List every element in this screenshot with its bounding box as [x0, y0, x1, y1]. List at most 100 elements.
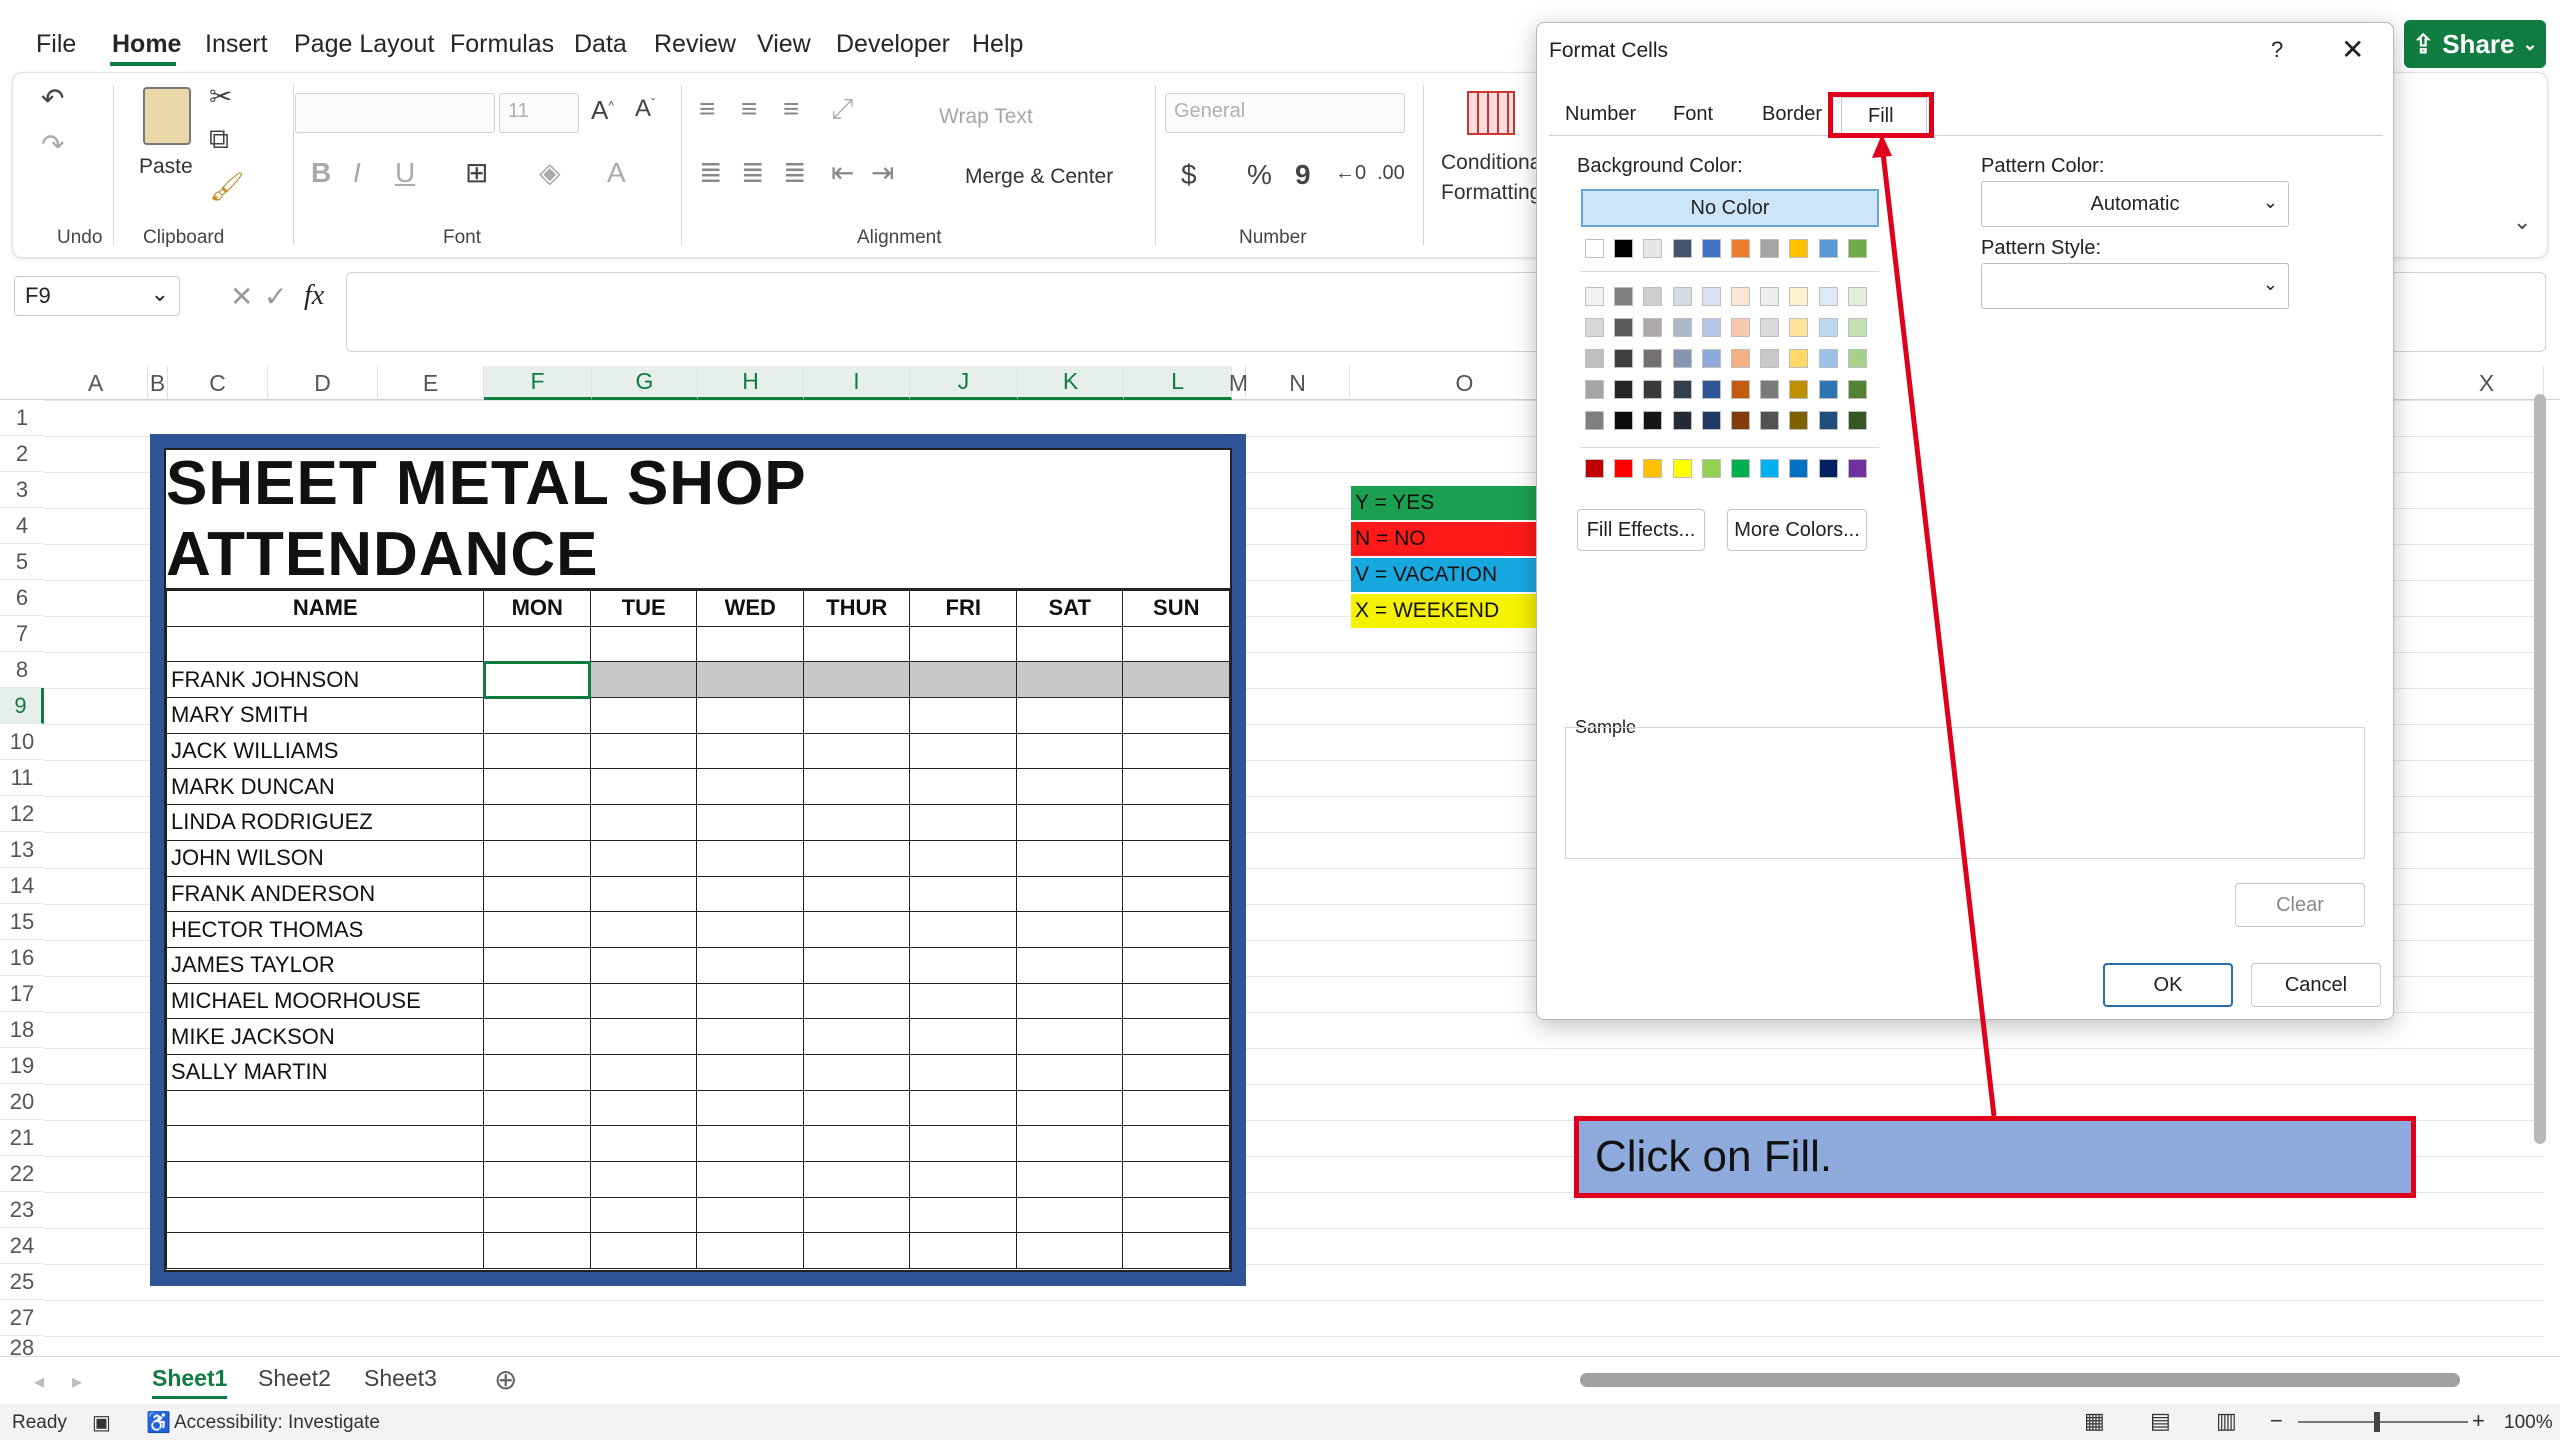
pattern-color-select[interactable]: Automatic ⌄ — [1981, 181, 2289, 227]
color-swatch[interactable] — [1760, 287, 1780, 306]
color-swatch[interactable] — [1672, 318, 1692, 337]
row-header[interactable]: 16 — [0, 940, 44, 976]
cell[interactable] — [909, 946, 1017, 984]
cell[interactable] — [589, 911, 698, 948]
name-cell[interactable]: JAMES TAYLOR — [165, 946, 485, 984]
selected-cell[interactable] — [802, 661, 911, 699]
color-swatch[interactable] — [1847, 411, 1867, 430]
row-header[interactable]: 3 — [0, 472, 44, 508]
row-header[interactable]: 13 — [0, 832, 44, 868]
name-cell[interactable]: JACK WILLIAMS — [165, 732, 485, 770]
cell[interactable] — [1122, 1196, 1230, 1234]
font-color-icon[interactable]: A — [607, 159, 626, 187]
name-cell[interactable]: MICHAEL MOORHOUSE — [165, 982, 485, 1020]
zoom-level[interactable]: 100% — [2504, 1412, 2553, 1434]
cell[interactable] — [909, 1196, 1017, 1234]
color-swatch[interactable] — [1672, 380, 1692, 399]
cell[interactable] — [483, 625, 591, 663]
cell[interactable] — [1015, 697, 1124, 734]
name-cell[interactable]: FRANK ANDERSON — [165, 875, 485, 913]
selected-cell[interactable] — [696, 661, 804, 699]
cell[interactable] — [696, 804, 804, 841]
cell[interactable] — [1015, 1018, 1124, 1055]
cell[interactable] — [696, 875, 804, 913]
row-header[interactable]: 27 — [0, 1300, 44, 1336]
color-swatch[interactable] — [1701, 459, 1721, 478]
cell[interactable] — [1122, 946, 1230, 984]
cell[interactable] — [589, 839, 698, 877]
color-swatch[interactable] — [1789, 349, 1809, 368]
name-cell[interactable]: FRANK JOHNSON — [165, 661, 485, 699]
cell[interactable] — [483, 697, 591, 734]
cell[interactable] — [1015, 1196, 1124, 1234]
row-header[interactable]: 7 — [0, 616, 44, 652]
color-swatch[interactable] — [1760, 349, 1780, 368]
menu-view[interactable]: View — [757, 30, 811, 59]
row-header[interactable]: 19 — [0, 1048, 44, 1084]
cell[interactable] — [589, 697, 698, 734]
cell[interactable] — [483, 982, 591, 1020]
color-swatch[interactable] — [1701, 239, 1721, 258]
color-swatch[interactable] — [1818, 349, 1838, 368]
sheet-tab-sheet3[interactable]: Sheet3 — [364, 1365, 437, 1392]
name-cell[interactable]: LINDA RODRIGUEZ — [165, 804, 485, 841]
color-swatch[interactable] — [1643, 380, 1663, 399]
col-header-I[interactable]: I — [804, 366, 910, 400]
close-icon[interactable]: ✕ — [2341, 33, 2364, 66]
cut-icon[interactable]: ✂ — [209, 83, 232, 111]
borders-icon[interactable]: ⊞ — [465, 159, 488, 187]
cell[interactable] — [589, 1161, 698, 1198]
col-header-N[interactable]: N — [1246, 366, 1350, 400]
color-swatch[interactable] — [1643, 318, 1663, 337]
cell[interactable] — [589, 1089, 698, 1127]
increase-indent-icon[interactable]: ⇥ — [871, 159, 894, 187]
decrease-font-icon[interactable]: Aˇ — [635, 97, 655, 121]
cell[interactable] — [696, 1053, 804, 1091]
name-box[interactable]: F9 ⌄ — [14, 276, 180, 316]
cell[interactable] — [802, 1125, 911, 1162]
row-header[interactable]: 20 — [0, 1084, 44, 1120]
cell[interactable] — [696, 982, 804, 1020]
no-color-button[interactable]: No Color — [1581, 189, 1879, 227]
insert-function-button[interactable]: fx — [304, 280, 324, 312]
color-swatch[interactable] — [1614, 349, 1634, 368]
cell[interactable] — [802, 732, 911, 770]
font-size-select[interactable]: 11 — [499, 93, 579, 133]
cell[interactable] — [909, 1053, 1017, 1091]
color-swatch[interactable] — [1585, 239, 1604, 258]
undo-icon[interactable]: ↶ — [41, 85, 64, 113]
cell[interactable] — [1122, 982, 1230, 1020]
color-swatch[interactable] — [1585, 287, 1604, 306]
color-swatch[interactable] — [1643, 411, 1663, 430]
col-header-H[interactable]: H — [698, 366, 804, 400]
fill-effects-button[interactable]: Fill Effects... — [1577, 509, 1705, 551]
decrease-indent-icon[interactable]: ⇤ — [831, 159, 854, 187]
redo-icon[interactable]: ↷ — [41, 131, 64, 159]
sheet-tab-sheet1[interactable]: Sheet1 — [152, 1365, 228, 1399]
cell[interactable] — [696, 1018, 804, 1055]
cell[interactable] — [589, 1196, 698, 1234]
cell[interactable] — [696, 625, 804, 663]
color-swatch[interactable] — [1614, 380, 1634, 399]
cell[interactable] — [1122, 839, 1230, 877]
cell[interactable] — [589, 768, 698, 806]
color-swatch[interactable] — [1701, 411, 1721, 430]
color-swatch[interactable] — [1585, 318, 1604, 337]
percent-button[interactable]: % — [1247, 161, 1272, 189]
cell[interactable] — [483, 732, 591, 770]
cell[interactable] — [802, 875, 911, 913]
cell[interactable] — [483, 1053, 591, 1091]
row-header[interactable]: 25 — [0, 1264, 44, 1300]
accessibility-status[interactable]: Accessibility: Investigate — [174, 1412, 380, 1434]
color-swatch[interactable] — [1818, 318, 1838, 337]
conditional-formatting-label[interactable]: Conditional — [1441, 151, 1546, 175]
cell[interactable] — [802, 1089, 911, 1127]
name-cell[interactable] — [165, 1089, 485, 1127]
row-header[interactable]: 15 — [0, 904, 44, 940]
next-sheet-icon[interactable]: ▸ — [72, 1369, 82, 1394]
prev-sheet-icon[interactable]: ◂ — [34, 1369, 44, 1394]
cell[interactable] — [696, 946, 804, 984]
row-header[interactable]: 5 — [0, 544, 44, 580]
menu-review[interactable]: Review — [654, 30, 736, 59]
cell[interactable] — [1015, 804, 1124, 841]
